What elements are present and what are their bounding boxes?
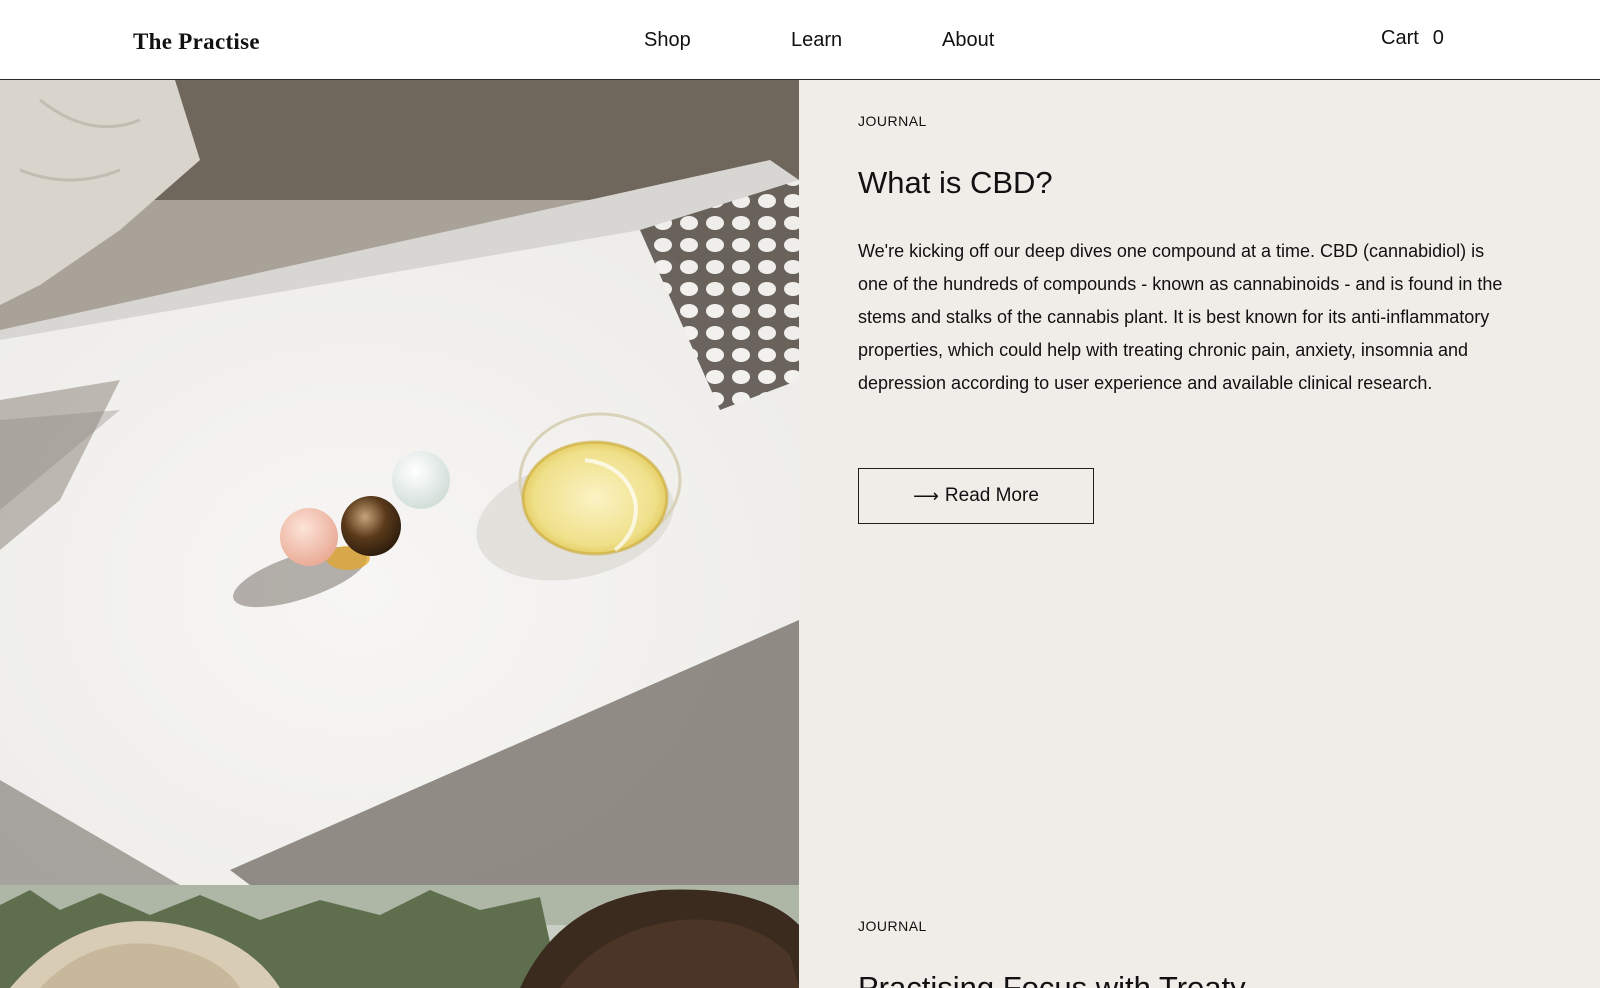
- nav-learn[interactable]: Learn: [791, 29, 842, 52]
- article-text-treaty: JOURNAL Practising Focus with Treaty: [799, 885, 1600, 988]
- article-title[interactable]: What is CBD?: [858, 165, 1053, 201]
- article-image-treaty[interactable]: [0, 885, 799, 988]
- article-image-cbd[interactable]: [0, 80, 799, 885]
- read-more-label: Read More: [944, 485, 1039, 506]
- article-title[interactable]: Practising Focus with Treaty: [858, 970, 1246, 988]
- nav-shop[interactable]: Shop: [644, 29, 691, 52]
- cart-count: 0: [1432, 27, 1444, 49]
- article-excerpt: We're kicking off our deep dives one com…: [858, 241, 1503, 393]
- article-card-cbd: JOURNAL What is CBD? We're kicking off o…: [0, 80, 1600, 885]
- read-more-button[interactable]: ⟶ Read More: [858, 468, 1094, 524]
- cart-label: Cart: [1381, 27, 1419, 49]
- site-header: The Practise Shop Learn About Cart 0: [0, 0, 1600, 80]
- cart-link[interactable]: Cart 0: [1381, 27, 1444, 50]
- article-text-cbd: JOURNAL What is CBD? We're kicking off o…: [799, 80, 1600, 885]
- article-category: JOURNAL: [858, 918, 927, 934]
- article-category: JOURNAL: [858, 113, 927, 129]
- site-logo[interactable]: The Practise: [133, 29, 260, 55]
- article-card-treaty: JOURNAL Practising Focus with Treaty: [0, 885, 1600, 988]
- long-arrow-right-icon: ⟶: [913, 485, 939, 507]
- nav-about[interactable]: About: [942, 29, 994, 52]
